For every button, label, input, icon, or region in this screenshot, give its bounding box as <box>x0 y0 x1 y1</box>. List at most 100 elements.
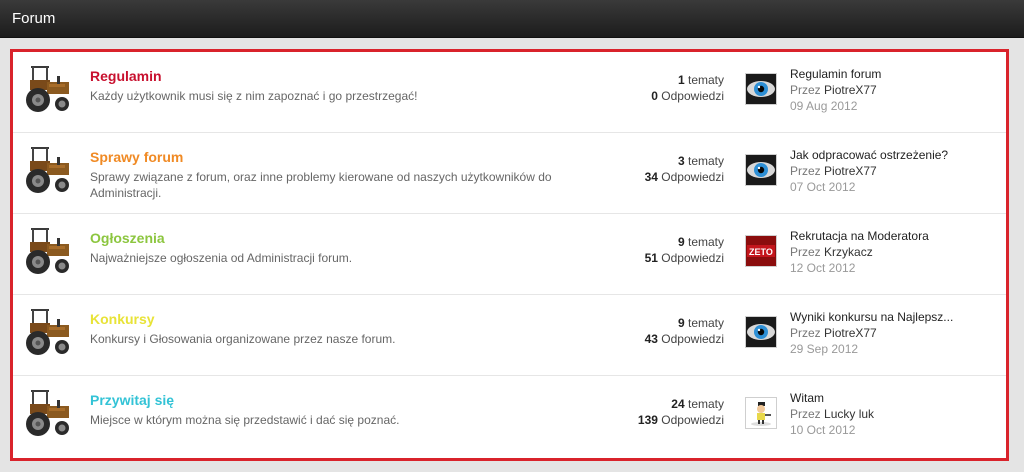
replies-count: 51 <box>644 251 658 265</box>
replies-stat: 51 Odpowiedzi <box>645 250 724 266</box>
last-post-info: Regulamin forum Przez PiotreX77 09 Aug 2… <box>790 66 881 114</box>
replies-stat: 0 Odpowiedzi <box>651 88 724 104</box>
by-label: Przez <box>790 407 821 421</box>
forum-description: Najważniejsze ogłoszenia od Administracj… <box>90 251 353 265</box>
last-post-date: 12 Oct 2012 <box>790 261 856 275</box>
topics-label: tematy <box>687 73 724 87</box>
topics-count: 1 <box>677 73 685 87</box>
replies-label: Odpowiedzi <box>661 170 724 184</box>
last-post-user-link[interactable]: Lucky luk <box>824 407 874 421</box>
topics-stat: 9 tematy <box>645 315 724 331</box>
by-label: Przez <box>790 326 821 340</box>
topics-label: tematy <box>687 235 724 249</box>
forum-title-link[interactable]: Sprawy forum <box>90 149 183 165</box>
topics-stat: 24 tematy <box>638 396 724 412</box>
tractor-icon <box>26 66 69 112</box>
replies-label: Odpowiedzi <box>661 89 724 103</box>
forum-description: Miejsce w którym można się przedstawić i… <box>90 413 400 427</box>
forum-title-link[interactable]: Przywitaj się <box>90 392 174 408</box>
replies-label: Odpowiedzi <box>661 332 724 346</box>
forum-stats: 3 tematy 34 Odpowiedzi <box>645 153 724 185</box>
topics-label: tematy <box>687 154 724 168</box>
last-post-user-link[interactable]: Krzykacz <box>824 245 873 259</box>
topics-count: 3 <box>677 154 685 168</box>
forum-title-link[interactable]: Regulamin <box>90 68 162 84</box>
page-title: Forum <box>12 10 56 27</box>
topics-stat: 1 tematy <box>651 72 724 88</box>
forum-row: Regulamin Każdy użytkownik musi się z ni… <box>13 52 1006 133</box>
last-post-info: Rekrutacja na Moderatora Przez Krzykacz … <box>790 228 929 276</box>
forum-row: Sprawy forum Sprawy związane z forum, or… <box>13 133 1006 214</box>
by-label: Przez <box>790 245 821 259</box>
forum-title-link[interactable]: Konkursy <box>90 311 155 327</box>
eye-avatar[interactable] <box>745 316 777 348</box>
forum-panel: Regulamin Każdy użytkownik musi się z ni… <box>0 38 1024 472</box>
last-post-author: Przez Krzykacz <box>790 244 929 260</box>
forum-list: Regulamin Każdy użytkownik musi się z ni… <box>10 49 1009 461</box>
last-post-info: Witam Przez Lucky luk 10 Oct 2012 <box>790 390 874 438</box>
cartoon-character-icon <box>746 398 776 428</box>
last-post-topic-link[interactable]: Wyniki konkursu na Najlepsz... <box>790 309 953 325</box>
last-post-date: 10 Oct 2012 <box>790 423 856 437</box>
forum-title-link[interactable]: Ogłoszenia <box>90 230 165 246</box>
svg-text:ZETO: ZETO <box>749 247 773 257</box>
topics-stat: 3 tematy <box>645 153 724 169</box>
eye-avatar[interactable] <box>745 73 777 105</box>
tractor-icon <box>26 228 69 274</box>
forum-row: Konkursy Konkursy i Głosowania organizow… <box>13 295 1006 376</box>
forum-stats: 1 tematy 0 Odpowiedzi <box>651 72 724 104</box>
tractor-icon <box>26 309 69 355</box>
last-post-info: Jak odpracować ostrzeżenie? Przez Piotre… <box>790 147 948 195</box>
last-post-user-link[interactable]: PiotreX77 <box>824 83 877 97</box>
zeta-logo-icon: ZETO <box>746 236 776 266</box>
last-post-date: 29 Sep 2012 <box>790 342 859 356</box>
last-post-topic-link[interactable]: Regulamin forum <box>790 66 881 82</box>
topics-count: 24 <box>671 397 685 411</box>
replies-count: 139 <box>637 413 658 427</box>
replies-count: 34 <box>644 170 658 184</box>
last-post-author: Przez PiotreX77 <box>790 82 881 98</box>
topics-stat: 9 tematy <box>645 234 724 250</box>
replies-label: Odpowiedzi <box>661 251 724 265</box>
forum-description: Sprawy związane z forum, oraz inne probl… <box>90 170 552 200</box>
tractor-icon <box>26 390 69 436</box>
topics-count: 9 <box>677 235 685 249</box>
last-post-topic-link[interactable]: Witam <box>790 390 874 406</box>
topics-count: 9 <box>677 316 685 330</box>
forum-stats: 9 tematy 43 Odpowiedzi <box>645 315 724 347</box>
topics-label: tematy <box>687 316 724 330</box>
replies-stat: 43 Odpowiedzi <box>645 331 724 347</box>
by-label: Przez <box>790 83 821 97</box>
last-post-author: Przez PiotreX77 <box>790 325 953 341</box>
zeta-avatar[interactable]: ZETO <box>745 235 777 267</box>
replies-stat: 139 Odpowiedzi <box>638 412 724 428</box>
eye-icon <box>746 155 776 185</box>
last-post-info: Wyniki konkursu na Najlepsz... Przez Pio… <box>790 309 953 357</box>
last-post-date: 09 Aug 2012 <box>790 99 858 113</box>
forum-description: Każdy użytkownik musi się z nim zapoznać… <box>90 89 418 103</box>
eye-icon <box>746 317 776 347</box>
last-post-author: Przez Lucky luk <box>790 406 874 422</box>
eye-avatar[interactable] <box>745 154 777 186</box>
replies-count: 43 <box>644 332 658 346</box>
by-label: Przez <box>790 164 821 178</box>
forum-stats: 24 tematy 139 Odpowiedzi <box>638 396 724 428</box>
forum-stats: 9 tematy 51 Odpowiedzi <box>645 234 724 266</box>
forum-row: Przywitaj się Miejsce w którym można się… <box>13 376 1006 457</box>
replies-count: 0 <box>651 89 658 103</box>
eye-icon <box>746 74 776 104</box>
last-post-user-link[interactable]: PiotreX77 <box>824 326 877 340</box>
last-post-topic-link[interactable]: Rekrutacja na Moderatora <box>790 228 929 244</box>
forum-header: Forum <box>0 0 1024 38</box>
cartoon-avatar[interactable] <box>745 397 777 429</box>
topics-label: tematy <box>687 397 724 411</box>
forum-description: Konkursy i Głosowania organizowane przez… <box>90 332 396 346</box>
forum-row: Ogłoszenia Najważniejsze ogłoszenia od A… <box>13 214 1006 295</box>
last-post-date: 07 Oct 2012 <box>790 180 856 194</box>
last-post-user-link[interactable]: PiotreX77 <box>824 164 877 178</box>
last-post-topic-link[interactable]: Jak odpracować ostrzeżenie? <box>790 147 948 163</box>
replies-stat: 34 Odpowiedzi <box>645 169 724 185</box>
last-post-author: Przez PiotreX77 <box>790 163 948 179</box>
replies-label: Odpowiedzi <box>661 413 724 427</box>
tractor-icon <box>26 147 69 193</box>
